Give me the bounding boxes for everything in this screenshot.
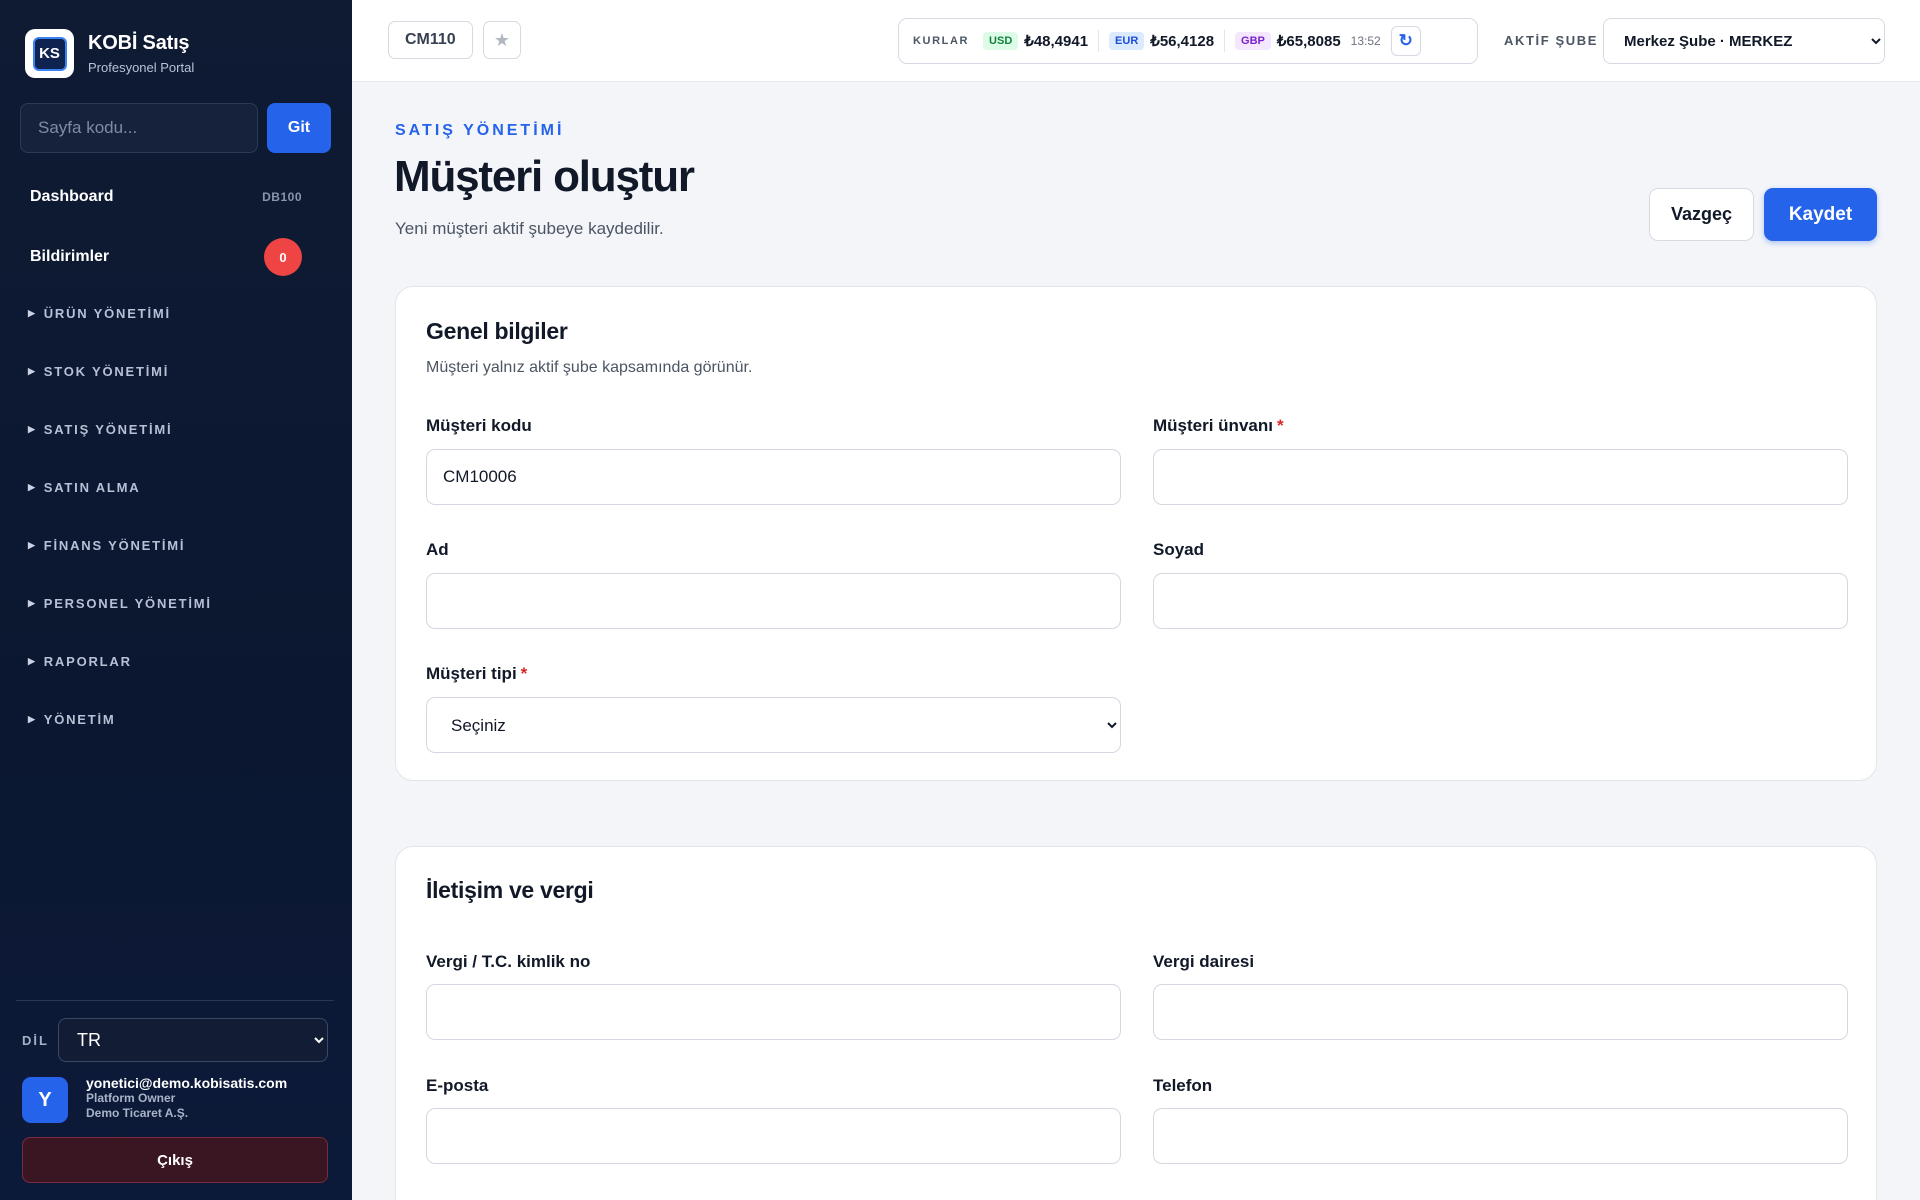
brand-logo: KS xyxy=(25,29,74,78)
required-mark: * xyxy=(520,664,528,683)
sidebar-item-code: DB100 xyxy=(262,190,302,204)
required-mark: * xyxy=(1276,416,1284,435)
email-label: E-posta xyxy=(426,1076,489,1095)
caret-right-icon: ▶ xyxy=(28,424,37,434)
caret-right-icon: ▶ xyxy=(28,656,37,666)
sidebar-group-product[interactable]: ▶ ÜRÜN YÖNETİMİ xyxy=(28,306,171,321)
sidebar-group-label: YÖNETİM xyxy=(43,712,116,727)
first-name-field[interactable] xyxy=(426,573,1121,629)
sidebar: KS KOBİ Satış Profesyonel Portal Git Das… xyxy=(0,0,352,1200)
customer-code-label: Müşteri kodu xyxy=(426,416,532,435)
caret-right-icon: ▶ xyxy=(28,598,37,608)
rates-time: 13:52 xyxy=(1350,34,1381,48)
rate-usd: USD ₺48,4941 xyxy=(983,32,1088,50)
language-select[interactable]: TR xyxy=(58,1018,328,1062)
sidebar-group-reports[interactable]: ▶ RAPORLAR xyxy=(28,654,132,669)
card-subtitle: Müşteri yalnız aktif şube kapsamında gör… xyxy=(426,359,753,376)
sidebar-group-sales[interactable]: ▶ SATIŞ YÖNETİMİ xyxy=(28,422,172,437)
sidebar-item-dashboard[interactable]: Dashboard DB100 xyxy=(30,188,302,206)
sidebar-group-finance[interactable]: ▶ FİNANS YÖNETİMİ xyxy=(28,538,185,553)
currency-badge: EUR xyxy=(1109,32,1145,50)
rate-eur: EUR ₺56,4128 xyxy=(1109,32,1214,50)
label-text: Müşteri tipi xyxy=(426,664,517,683)
refresh-icon[interactable]: ↻ xyxy=(1390,26,1421,56)
page-code-input[interactable] xyxy=(20,103,258,153)
last-name-label: Soyad xyxy=(1153,540,1205,559)
sidebar-group-personnel[interactable]: ▶ PERSONEL YÖNETİMİ xyxy=(28,596,212,611)
sidebar-group-admin[interactable]: ▶ YÖNETİM xyxy=(28,712,116,727)
rate-divider xyxy=(1224,30,1226,52)
rate-value: ₺56,4128 xyxy=(1150,33,1215,50)
topbar: CM110 ★ KURLAR USD ₺48,4941 EUR ₺56,4128… xyxy=(352,0,1920,82)
customer-title-label: Müşteri ünvanı * xyxy=(1153,416,1284,436)
tax-id-label: Vergi / T.C. kimlik no xyxy=(426,952,591,971)
sidebar-group-label: RAPORLAR xyxy=(43,654,132,669)
user-info: yonetici@demo.kobisatis.com Platform Own… xyxy=(86,1075,287,1121)
tax-office-field[interactable] xyxy=(1153,984,1848,1040)
favorite-star-icon[interactable]: ★ xyxy=(483,21,521,59)
sidebar-group-label: ÜRÜN YÖNETİMİ xyxy=(43,306,171,321)
customer-code-field[interactable] xyxy=(426,449,1121,505)
sidebar-group-purchasing[interactable]: ▶ SATIN ALMA xyxy=(28,480,140,495)
sidebar-divider xyxy=(16,1000,334,1001)
cancel-button[interactable]: Vazgeç xyxy=(1649,188,1754,241)
go-button[interactable]: Git xyxy=(267,103,331,153)
page-code-chip: CM110 xyxy=(388,21,473,59)
brand-subtitle: Profesyonel Portal xyxy=(88,60,195,75)
general-info-card: Genel bilgiler Müşteri yalnız aktif şube… xyxy=(395,286,1877,781)
rate-gbp: GBP ₺65,8085 xyxy=(1235,32,1341,50)
sidebar-item-label: Dashboard xyxy=(30,188,114,205)
rate-value: ₺65,8085 xyxy=(1276,33,1341,50)
card-title: İletişim ve vergi xyxy=(426,877,594,903)
sidebar-group-label: STOK YÖNETİMİ xyxy=(43,364,170,379)
tax-office-label: Vergi dairesi xyxy=(1153,952,1255,971)
rates-label: KURLAR xyxy=(913,35,970,47)
active-branch-label: AKTİF ŞUBE xyxy=(1504,33,1598,48)
caret-right-icon: ▶ xyxy=(28,714,37,724)
last-name-field[interactable] xyxy=(1153,573,1848,629)
first-name-label: Ad xyxy=(426,540,449,559)
customer-type-select[interactable]: Seçiniz xyxy=(426,697,1121,753)
brand[interactable]: KS KOBİ Satış Profesyonel Portal xyxy=(25,29,194,78)
customer-type-label: Müşteri tipi * xyxy=(426,664,527,684)
active-branch-select[interactable]: Merkez Şube · MERKEZ xyxy=(1603,18,1885,64)
caret-right-icon: ▶ xyxy=(28,540,37,550)
email-field[interactable] xyxy=(426,1108,1121,1164)
sidebar-group-label: PERSONEL YÖNETİMİ xyxy=(43,596,212,611)
caret-right-icon: ▶ xyxy=(28,366,37,376)
customer-title-field[interactable] xyxy=(1153,449,1848,505)
user-company: Demo Ticaret A.Ş. xyxy=(86,1105,189,1120)
sidebar-group-label: FİNANS YÖNETİMİ xyxy=(43,538,186,553)
notification-count-badge: 0 xyxy=(264,238,302,276)
user-role: Platform Owner xyxy=(86,1091,176,1106)
exchange-rates: KURLAR USD ₺48,4941 EUR ₺56,4128 GBP ₺65… xyxy=(898,18,1478,64)
caret-right-icon: ▶ xyxy=(28,482,37,492)
tax-id-field[interactable] xyxy=(426,984,1121,1040)
sidebar-item-label: Bildirimler xyxy=(30,248,110,265)
card-title: Genel bilgiler xyxy=(426,318,568,344)
rate-divider xyxy=(1098,30,1100,52)
caret-right-icon: ▶ xyxy=(28,308,37,318)
sidebar-group-label: SATIN ALMA xyxy=(43,480,141,495)
language-label: DİL xyxy=(22,1033,49,1048)
sidebar-group-label: SATIŞ YÖNETİMİ xyxy=(43,422,173,437)
brand-logo-mark: KS xyxy=(32,36,67,71)
sidebar-item-notifications[interactable]: Bildirimler 0 xyxy=(30,238,302,276)
label-text: Müşteri ünvanı xyxy=(1153,416,1273,435)
brand-title: KOBİ Satış xyxy=(88,32,190,54)
save-button[interactable]: Kaydet xyxy=(1764,188,1877,241)
phone-field[interactable] xyxy=(1153,1108,1848,1164)
avatar: Y xyxy=(22,1077,68,1123)
logout-button[interactable]: Çıkış xyxy=(22,1137,328,1183)
user-email: yonetici@demo.kobisatis.com xyxy=(86,1075,288,1091)
rate-value: ₺48,4941 xyxy=(1024,33,1089,50)
currency-badge: GBP xyxy=(1235,32,1271,50)
phone-label: Telefon xyxy=(1153,1076,1213,1095)
sidebar-group-stock[interactable]: ▶ STOK YÖNETİMİ xyxy=(28,364,169,379)
currency-badge: USD xyxy=(983,32,1019,50)
page-title: Müşteri oluştur xyxy=(394,152,695,201)
breadcrumb: SATIŞ YÖNETİMİ xyxy=(395,122,565,139)
contact-tax-card: İletişim ve vergi Vergi / T.C. kimlik no… xyxy=(395,846,1877,1200)
page-description: Yeni müşteri aktif şubeye kaydedilir. xyxy=(395,219,664,238)
